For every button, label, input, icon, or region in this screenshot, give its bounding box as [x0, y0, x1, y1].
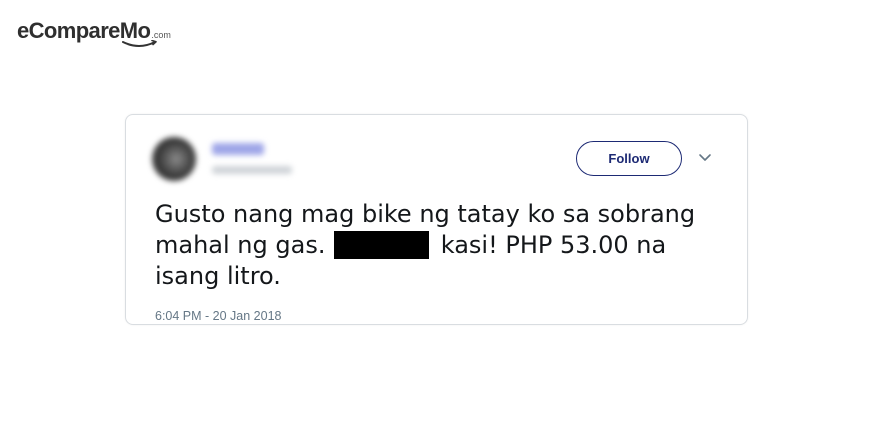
user-handle-blurred[interactable] [212, 166, 292, 174]
tweet-timestamp[interactable]: 6:04 PM - 20 Jan 2018 [155, 309, 281, 323]
follow-button[interactable]: Follow [576, 141, 682, 176]
avatar[interactable] [152, 137, 196, 181]
page: eCompareMo .com Follow Gusto nang mag bi… [0, 0, 875, 432]
ecomparemo-logo: eCompareMo .com [17, 19, 171, 47]
chevron-down-icon[interactable] [698, 153, 712, 163]
tweet-card: Follow Gusto nang mag bike ng tatay ko s… [125, 114, 748, 325]
smile-arc-icon [122, 40, 157, 47]
tweet-text: Gusto nang mag bike ng tatay ko sa sobra… [155, 199, 715, 292]
user-name-blurred[interactable] [212, 143, 264, 155]
redaction-bar [334, 231, 430, 259]
logo-dotcom: .com [151, 30, 171, 40]
